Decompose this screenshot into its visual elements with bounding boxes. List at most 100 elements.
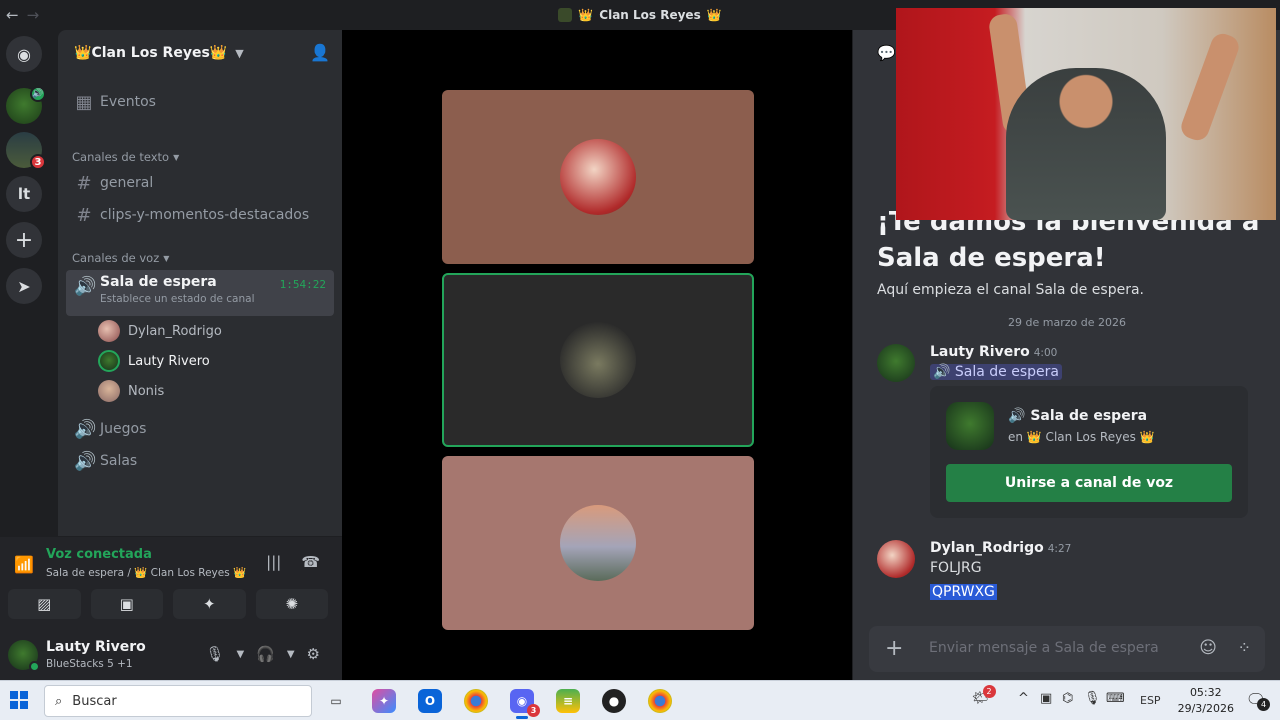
message: Lauty Rivero 4:00 🔊 Sala de espera 🔊 Sala… [877,344,1267,524]
chevron-down-icon: ▼ [235,46,244,60]
message-author[interactable]: Dylan_Rodrigo 4:27 [930,540,1071,556]
window-title-text: Clan Los Reyes [599,8,701,22]
server-header[interactable]: 👑 Clan Los Reyes 👑 ▼ 👤 [58,30,342,76]
plus-icon[interactable]: + [885,636,903,661]
bluestacks-icon[interactable]: ≡ [556,689,580,713]
avatar [560,322,636,398]
notification-icon[interactable]: 🗨 4 [1246,690,1270,711]
microphone-icon[interactable]: 🎙 [1084,691,1101,706]
voice-connected-title[interactable]: Voz conectada [46,547,152,562]
voice-user[interactable]: Nonis [98,377,164,405]
tray-weather-icon[interactable]: 🌤2 [972,685,1002,706]
participant-tile[interactable] [442,456,754,630]
channel-clips[interactable]: # clips-y-momentos-destacados [66,199,334,231]
user-name[interactable]: Lauty Rivero [46,639,146,655]
outlook-icon[interactable]: O [418,689,442,713]
signal-icon[interactable]: 📶 [14,555,34,574]
taskbar-search[interactable]: ⌕ Buscar [44,685,312,717]
search-icon: ⌕ [55,693,63,709]
microphone-icon[interactable]: 🎙 [205,645,224,663]
keyboard-icon[interactable]: ⌨ [1106,691,1125,706]
channel-mention[interactable]: 🔊 Sala de espera [930,364,1062,380]
text-channels-category[interactable]: Canales de texto ▼ [72,150,179,164]
participant-tile-speaking[interactable] [442,273,754,447]
chrome-icon[interactable] [464,689,488,713]
explore-icon[interactable]: ➤ [6,268,42,304]
voice-channel-salas[interactable]: 🔊 Salas [66,445,334,477]
calendar-icon: ▦ [75,91,93,113]
network-icon[interactable]: ⌬ [1062,691,1073,706]
user-activity: BlueStacks 5 +1 [46,658,133,670]
forward-arrow-icon[interactable]: → [27,6,40,24]
join-voice-button[interactable]: Unirse a canal de voz [946,464,1232,502]
back-arrow-icon[interactable]: ← [6,6,19,24]
voice-user[interactable]: Lauty Rivero [98,347,210,375]
system-clock[interactable]: 05:32 29/3/2026 [1178,685,1234,717]
chat-bubble-icon[interactable]: 💬 [877,44,896,62]
noise-suppression-icon[interactable]: ||| [266,553,281,571]
channel-status[interactable]: Establece un estado de canal [100,293,255,305]
speaker-icon: 🔊 [74,450,97,472]
author-name[interactable]: Dylan_Rodrigo [930,540,1044,556]
voice-connected-subtitle[interactable]: Sala de espera / 👑 Clan Los Reyes 👑 [46,566,246,579]
voice-channels-category[interactable]: Canales de voz ▼ [72,251,169,265]
language-indicator[interactable]: ESP [1140,694,1161,707]
server-icon-2[interactable]: 3 [6,132,46,170]
window-title: 👑 Clan Los Reyes 👑 [558,8,722,22]
headphones-icon[interactable]: 🎧 [256,645,275,663]
emoji-icon[interactable]: ☺ [1199,638,1217,658]
author-name[interactable]: Lauty Rivero [930,344,1030,360]
crown-icon: 👑 [706,8,722,22]
voice-stage [342,30,852,680]
message-line-selected: QPRWXG [930,584,997,600]
windows-start-icon[interactable] [10,691,28,709]
voice-controls: ||| ☎ [266,553,320,571]
message-author[interactable]: Lauty Rivero 4:00 [930,344,1057,360]
voice-user-name: Dylan_Rodrigo [128,323,222,339]
camera-off-button[interactable]: ▨ [8,589,81,619]
avatar[interactable] [8,640,40,672]
add-server-icon[interactable]: + [6,222,42,258]
activities-button[interactable]: ✦ [173,589,246,619]
soundboard-button[interactable]: ✺ [255,589,328,619]
invite-people-icon[interactable]: 👤 [310,43,330,62]
server-mini-icon [558,8,573,22]
obs-icon[interactable]: ● [602,689,626,713]
discord-taskbar-icon[interactable]: ◉ 3 [510,689,540,719]
apps-icon[interactable]: ⁘ [1238,638,1251,657]
server-icon-lt[interactable]: lt [6,176,42,212]
webcam-overlay [896,8,1276,220]
participant-tile[interactable] [442,90,754,264]
discord-app: ← → 👑 Clan Los Reyes 👑 ◉ 🔊 3 lt + ➤ 👑 Cl… [0,0,1280,720]
embed-subtitle: en 👑 Clan Los Reyes 👑 [1008,430,1155,444]
screen-share-button[interactable]: ▣ [90,589,163,619]
events-item[interactable]: ▦ Eventos [66,86,334,118]
tray-app-icon[interactable]: ▣ [1040,691,1052,706]
discord-glyph-icon: ◉ [516,694,528,708]
avatar[interactable] [877,344,915,382]
channel-label: Sala de espera [100,274,217,290]
voice-channel-juegos[interactable]: 🔊 Juegos [66,413,334,445]
server-icon-clan-los-reyes[interactable]: 🔊 [6,86,46,124]
avatar [560,139,636,215]
message-input[interactable]: + Enviar mensaje a Sala de espera ☺ ⁘ [869,626,1265,672]
disconnect-icon[interactable]: ☎ [301,553,320,571]
task-view-icon[interactable]: ▭ [324,689,348,713]
voice-user[interactable]: Dylan_Rodrigo [98,317,222,345]
avatar[interactable] [877,540,915,578]
channel-general[interactable]: # general [66,167,334,199]
chevron-up-icon[interactable]: ^ [1018,691,1029,706]
voice-channel-sala-de-espera[interactable]: 🔊 Sala de espera Establece un estado de … [66,270,334,316]
chrome-profile-icon[interactable] [648,689,672,713]
chevron-down-icon: ▼ [163,253,170,263]
active-channel-text: Sala de espera Establece un estado de ca… [100,274,255,305]
voice-action-buttons: ▨ ▣ ✦ ✺ [8,589,328,621]
clock-date: 29/3/2026 [1177,702,1234,715]
copilot-icon[interactable]: ✦ [372,689,396,713]
chevron-down-icon[interactable]: ▼ [287,649,295,660]
discord-home-icon[interactable]: ◉ [6,36,42,72]
mention-badge: 3 [30,154,46,170]
chevron-down-icon[interactable]: ▼ [236,649,244,660]
hashtag-icon: # [76,204,92,226]
gear-icon[interactable]: ⚙ [307,645,320,663]
